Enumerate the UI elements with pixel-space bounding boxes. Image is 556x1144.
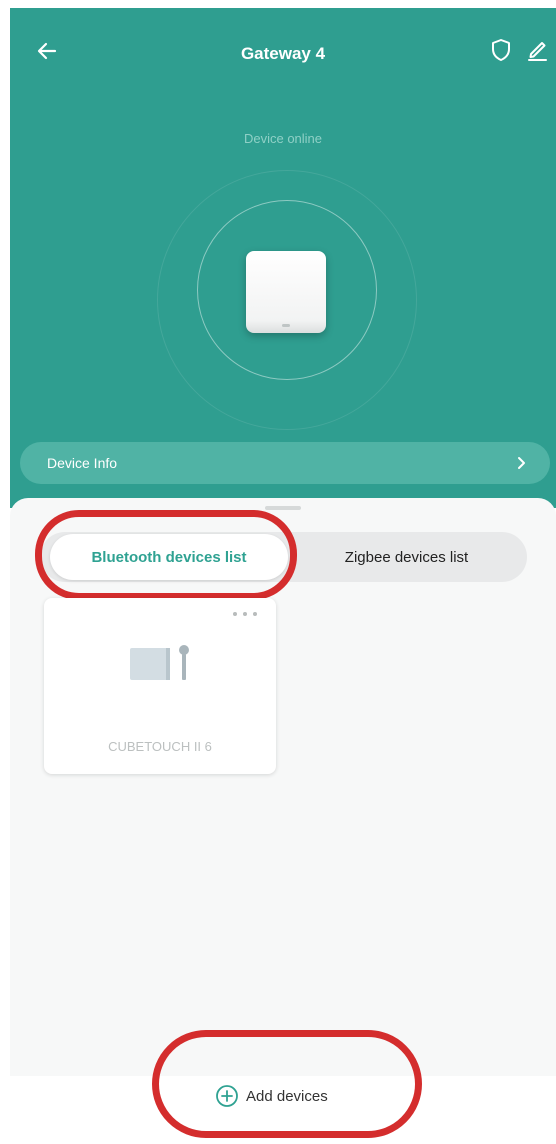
- chevron-right-icon: [518, 457, 525, 469]
- highlight-annotation-tab: [35, 510, 297, 600]
- sheet-grabber[interactable]: [265, 506, 301, 510]
- edit-icon[interactable]: [526, 38, 548, 62]
- device-card[interactable]: CUBETOUCH II 6: [44, 598, 276, 774]
- device-card-name: CUBETOUCH II 6: [108, 739, 212, 754]
- gateway-indicator: [282, 324, 290, 327]
- tab-zigbee-devices[interactable]: Zigbee devices list: [290, 534, 523, 580]
- cubetouch-device-icon: [130, 645, 189, 680]
- device-info-button[interactable]: Device Info: [20, 442, 550, 484]
- shield-icon[interactable]: [490, 38, 512, 62]
- more-dots-icon[interactable]: [230, 608, 260, 620]
- device-status: Device online: [243, 131, 323, 146]
- gateway-device-image: [246, 251, 326, 333]
- highlight-annotation-add: [152, 1030, 422, 1138]
- device-info-label: Device Info: [47, 455, 118, 471]
- page-title: Gateway 4: [240, 44, 326, 63]
